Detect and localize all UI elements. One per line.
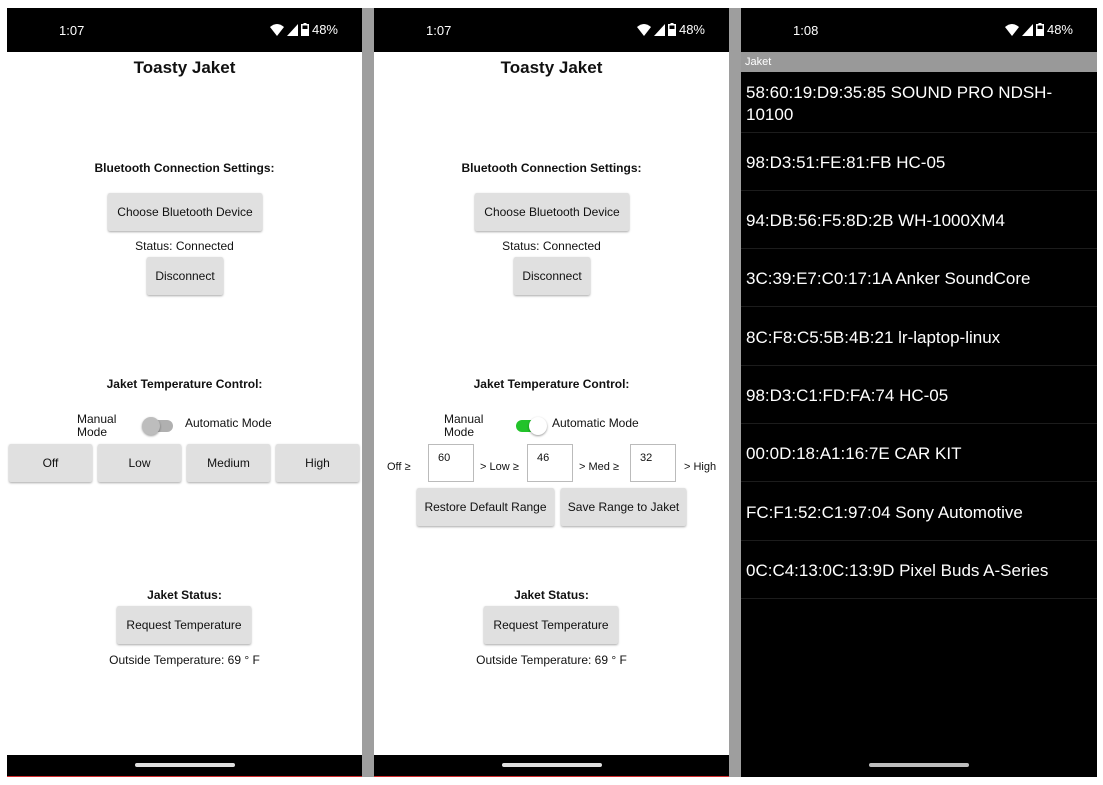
toggle-thumb (529, 417, 547, 435)
app-title: Toasty Jaket (133, 58, 236, 77)
level-medium-button[interactable]: Medium (187, 444, 270, 482)
low-threshold-input[interactable]: 46 (527, 444, 573, 482)
device-item[interactable]: 8C:F8:C5:5B:4B:21 lr-laptop-linux (746, 327, 1093, 349)
status-bar: 1:07 48% (7, 8, 362, 52)
divider (741, 306, 1097, 307)
high-threshold-label: > High (684, 461, 717, 473)
choose-bluetooth-device-button[interactable]: Choose Bluetooth Device (475, 193, 629, 231)
battery-percent: 48% (311, 22, 338, 37)
device-item[interactable]: 98:D3:C1:FD:FA:74 HC-05 (746, 385, 1093, 407)
navigation-bar (374, 755, 729, 777)
off-threshold-label: Off ≥ (387, 461, 411, 473)
request-temperature-button[interactable]: Request Temperature (117, 606, 251, 644)
navigation-bar (7, 755, 362, 777)
device-item[interactable]: 00:0D:18:A1:16:7E CAR KIT (746, 443, 1093, 465)
battery-percent: 48% (1046, 22, 1073, 37)
disconnect-button[interactable]: Disconnect (147, 257, 223, 295)
home-gesture-pill[interactable] (869, 763, 969, 767)
signal-icon (1021, 23, 1033, 36)
manual-mode-label: Manual Mode (77, 412, 117, 439)
disconnect-button[interactable]: Disconnect (514, 257, 590, 295)
low-threshold-value: 46 (537, 452, 550, 464)
level-low-button[interactable]: Low (98, 444, 181, 482)
screen-device-list: 1:08 48% Jaket 58:60:19:D9:35:85 SOUND P… (741, 8, 1097, 777)
signal-icon (653, 23, 665, 36)
divider (741, 481, 1097, 482)
status-bar: 1:08 48% (741, 8, 1097, 52)
request-temperature-button[interactable]: Request Temperature (484, 606, 618, 644)
battery-icon (1035, 23, 1044, 36)
low-threshold-label: > Low ≥ (480, 461, 519, 473)
divider (741, 598, 1097, 599)
device-item[interactable]: FC:F1:52:C1:97:04 Sony Automotive (746, 502, 1093, 524)
status-time: 1:07 (59, 23, 85, 38)
wifi-icon (636, 23, 651, 36)
toggle-thumb (142, 417, 160, 435)
device-item[interactable]: 58:60:19:D9:35:85 SOUND PRO NDSH-10100 (746, 82, 1093, 126)
manual-mode-label: Manual Mode (444, 412, 484, 439)
screen-automatic-mode: 1:07 48% Toasty Jaket Bluetooth Connecti… (374, 8, 729, 777)
device-item[interactable]: 0C:C4:13:0C:13:9D Pixel Buds A-Series (746, 560, 1093, 582)
off-threshold-value: 60 (438, 452, 451, 464)
divider (741, 540, 1097, 541)
outside-temperature: Outside Temperature: 69 ° F (476, 653, 627, 667)
status-bar: 1:07 48% (374, 8, 729, 52)
app-title: Toasty Jaket (500, 58, 603, 77)
battery-percent: 48% (678, 22, 705, 37)
off-threshold-input[interactable]: 60 (428, 444, 474, 482)
restore-default-range-button[interactable]: Restore Default Range (417, 488, 554, 526)
status-time: 1:08 (793, 23, 819, 38)
home-gesture-pill[interactable] (501, 763, 602, 767)
signal-icon (286, 23, 298, 36)
automatic-mode-label: Automatic Mode (185, 416, 272, 430)
bottom-divider (7, 776, 362, 777)
wifi-icon (1004, 23, 1019, 36)
save-range-button[interactable]: Save Range to Jaket (561, 488, 686, 526)
list-title: Jaket (745, 56, 772, 68)
screen-gap (729, 8, 741, 777)
device-item[interactable]: 3C:39:E7:C0:17:1A Anker SoundCore (746, 268, 1093, 290)
battery-icon (300, 23, 309, 36)
temperature-control-heading: Jaket Temperature Control: (473, 377, 630, 391)
connection-status: Status: Connected (135, 239, 234, 253)
status-time: 1:07 (426, 23, 452, 38)
med-threshold-value: 32 (640, 452, 653, 464)
med-threshold-label: > Med ≥ (579, 461, 619, 473)
jaket-status-heading: Jaket Status: (514, 588, 589, 602)
battery-icon (667, 23, 676, 36)
automatic-mode-label: Automatic Mode (552, 416, 639, 430)
home-gesture-pill[interactable] (134, 763, 235, 767)
jaket-status-heading: Jaket Status: (147, 588, 222, 602)
device-item[interactable]: 98:D3:51:FE:81:FB HC-05 (746, 152, 1093, 174)
level-off-button[interactable]: Off (9, 444, 92, 482)
wifi-icon (269, 23, 284, 36)
med-threshold-input[interactable]: 32 (630, 444, 676, 482)
divider (741, 248, 1097, 249)
level-high-button[interactable]: High (276, 444, 359, 482)
screen-gap (362, 8, 374, 777)
outside-temperature: Outside Temperature: 69 ° F (109, 653, 260, 667)
bluetooth-settings-heading: Bluetooth Connection Settings: (461, 161, 642, 175)
divider (741, 423, 1097, 424)
choose-bluetooth-device-button[interactable]: Choose Bluetooth Device (108, 193, 262, 231)
bluetooth-settings-heading: Bluetooth Connection Settings: (94, 161, 275, 175)
navigation-bar (741, 755, 1097, 777)
divider (741, 190, 1097, 191)
bottom-divider (374, 776, 729, 777)
list-header: Jaket (741, 52, 1097, 72)
divider (741, 132, 1097, 133)
screen-manual-mode: 1:07 48% Toasty Jaket Bluetooth Connecti… (7, 8, 362, 777)
connection-status: Status: Connected (502, 239, 601, 253)
temperature-control-heading: Jaket Temperature Control: (106, 377, 263, 391)
divider (741, 365, 1097, 366)
device-item[interactable]: 94:DB:56:F5:8D:2B WH-1000XM4 (746, 210, 1093, 232)
